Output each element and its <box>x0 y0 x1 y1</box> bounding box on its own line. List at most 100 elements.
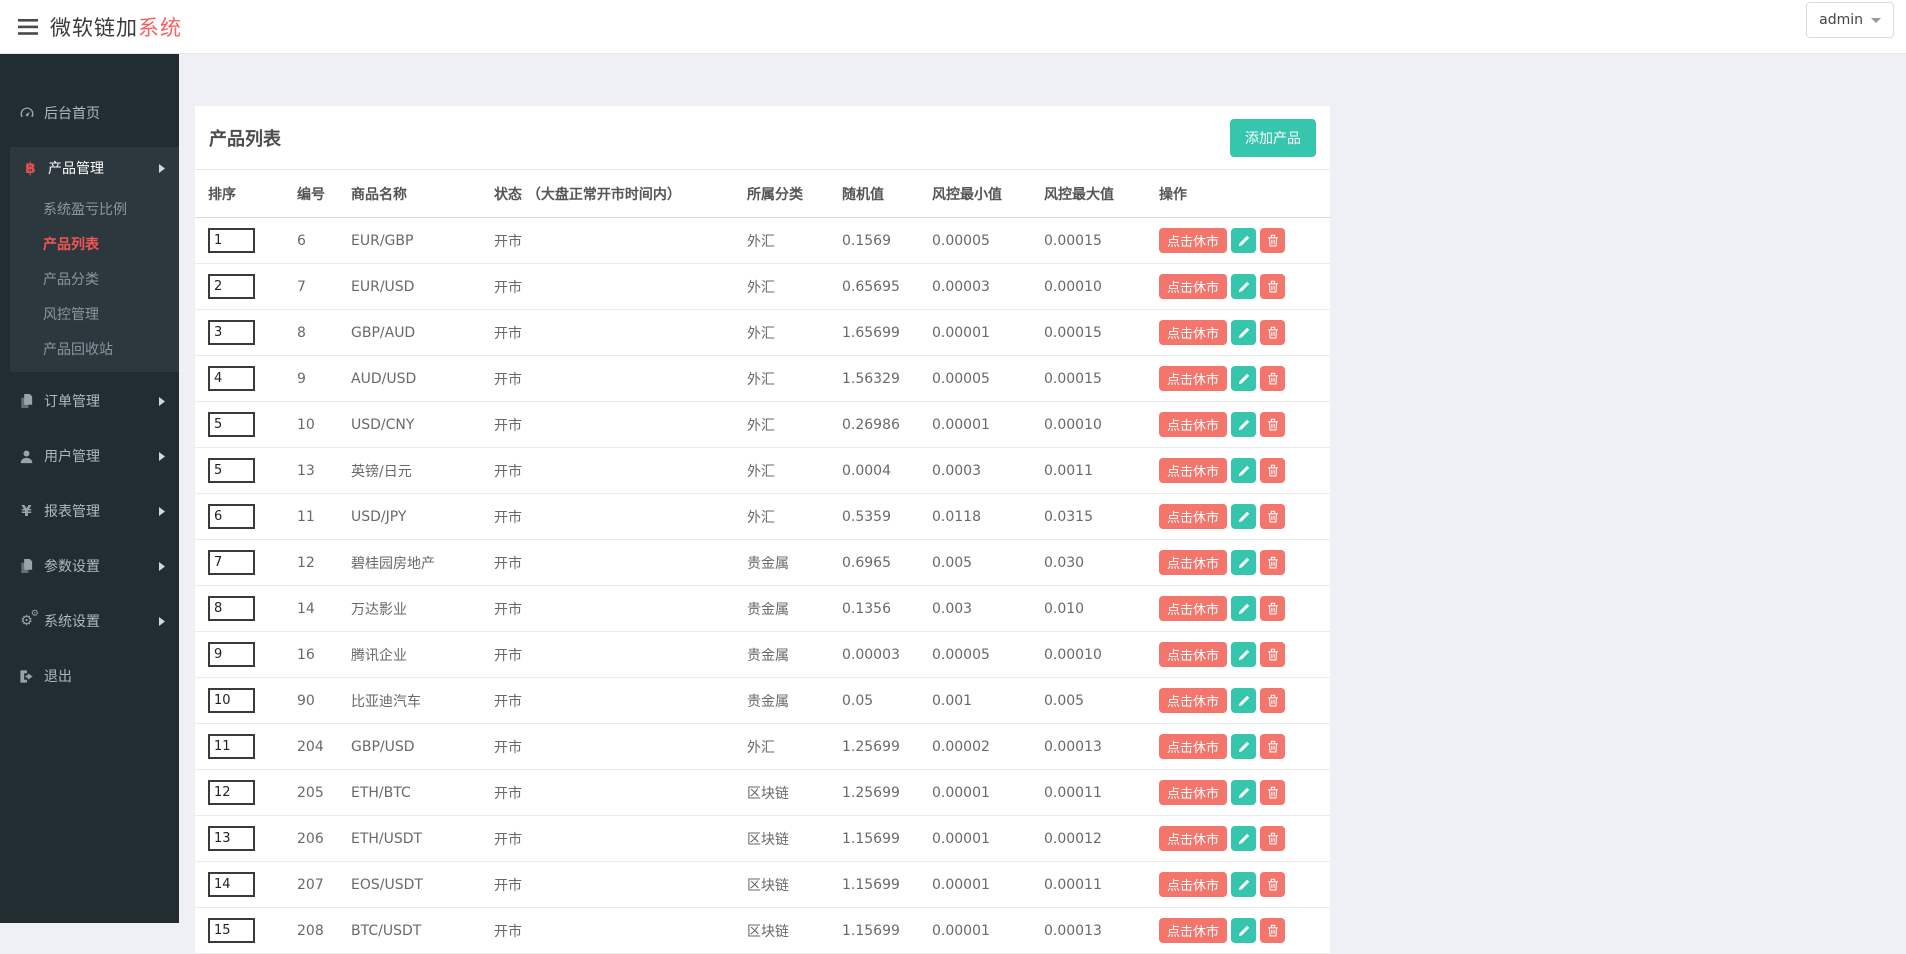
user-menu[interactable]: admin <box>1806 2 1894 38</box>
sidebar-subitem-risk-management[interactable]: 风控管理 <box>10 296 179 331</box>
edit-button[interactable] <box>1231 228 1256 253</box>
product-status: 开市 <box>486 402 739 448</box>
close-market-button[interactable]: 点击休市 <box>1159 550 1227 575</box>
column-header-id: 编号 <box>289 170 343 218</box>
edit-button[interactable] <box>1231 366 1256 391</box>
close-market-button[interactable]: 点击休市 <box>1159 504 1227 529</box>
edit-button[interactable] <box>1231 780 1256 805</box>
delete-button[interactable] <box>1260 504 1285 529</box>
trash-icon <box>1267 418 1279 431</box>
sidebar-item-report-management[interactable]: ¥ 报表管理 <box>0 490 179 532</box>
delete-button[interactable] <box>1260 228 1285 253</box>
row-actions: 点击休市 <box>1159 356 1322 401</box>
sort-order-input[interactable] <box>208 274 255 299</box>
sort-order-input[interactable] <box>208 734 255 759</box>
product-risk-min: 0.0118 <box>924 494 1036 540</box>
close-market-button[interactable]: 点击休市 <box>1159 320 1227 345</box>
product-id: 12 <box>289 540 343 586</box>
sort-order-input[interactable] <box>208 826 255 851</box>
sidebar-item-dashboard[interactable]: 后台首页 <box>0 92 179 134</box>
edit-button[interactable] <box>1231 642 1256 667</box>
pencil-icon <box>1238 327 1250 339</box>
sort-order-input[interactable] <box>208 504 255 529</box>
close-market-button[interactable]: 点击休市 <box>1159 642 1227 667</box>
edit-button[interactable] <box>1231 320 1256 345</box>
delete-button[interactable] <box>1260 320 1285 345</box>
sidebar-item-system-settings[interactable]: ⚙⚙ 系统设置 <box>0 600 179 642</box>
delete-button[interactable] <box>1260 734 1285 759</box>
sort-order-input[interactable] <box>208 872 255 897</box>
close-market-button[interactable]: 点击休市 <box>1159 366 1227 391</box>
close-market-button[interactable]: 点击休市 <box>1159 918 1227 943</box>
close-market-button[interactable]: 点击休市 <box>1159 458 1227 483</box>
delete-button[interactable] <box>1260 274 1285 299</box>
product-name: EOS/USDT <box>343 862 486 908</box>
close-market-button[interactable]: 点击休市 <box>1159 274 1227 299</box>
delete-button[interactable] <box>1260 458 1285 483</box>
product-id: 13 <box>289 448 343 494</box>
edit-button[interactable] <box>1231 596 1256 621</box>
add-product-button[interactable]: 添加产品 <box>1230 119 1316 157</box>
close-market-button[interactable]: 点击休市 <box>1159 826 1227 851</box>
sort-order-input[interactable] <box>208 320 255 345</box>
sidebar-subitem-profit-ratio[interactable]: 系统盈亏比例 <box>10 191 179 226</box>
column-header-risk-max: 风控最大值 <box>1036 170 1151 218</box>
sidebar-item-user-management[interactable]: 用户管理 <box>0 435 179 477</box>
hamburger-menu-icon[interactable] <box>18 19 38 35</box>
close-market-button[interactable]: 点击休市 <box>1159 688 1227 713</box>
product-risk-max: 0.00013 <box>1036 724 1151 770</box>
edit-button[interactable] <box>1231 688 1256 713</box>
sidebar-item-logout[interactable]: 退出 <box>0 655 179 697</box>
sort-order-input[interactable] <box>208 918 255 943</box>
table-header: 排序 编号 商品名称 状态 （大盘正常开市时间内） 所属分类 随机值 风控最小值… <box>195 170 1330 218</box>
page-title: 产品列表 <box>209 125 281 151</box>
sidebar-item-order-management[interactable]: 订单管理 <box>0 380 179 422</box>
sidebar-item-product-management[interactable]: ฿ 产品管理 <box>10 147 179 189</box>
delete-button[interactable] <box>1260 412 1285 437</box>
sidebar-subitem-product-list[interactable]: 产品列表 <box>10 226 179 261</box>
delete-button[interactable] <box>1260 550 1285 575</box>
delete-button[interactable] <box>1260 872 1285 897</box>
product-id: 16 <box>289 632 343 678</box>
delete-button[interactable] <box>1260 918 1285 943</box>
edit-button[interactable] <box>1231 872 1256 897</box>
sort-order-input[interactable] <box>208 688 255 713</box>
row-actions: 点击休市 <box>1159 770 1322 815</box>
sidebar-subitem-product-category[interactable]: 产品分类 <box>10 261 179 296</box>
delete-button[interactable] <box>1260 366 1285 391</box>
close-market-button[interactable]: 点击休市 <box>1159 228 1227 253</box>
edit-button[interactable] <box>1231 550 1256 575</box>
edit-button[interactable] <box>1231 826 1256 851</box>
delete-button[interactable] <box>1260 826 1285 851</box>
close-market-button[interactable]: 点击休市 <box>1159 780 1227 805</box>
sidebar: 后台首页 ฿ 产品管理 系统盈亏比例 产品列表 产品分类 风控管理 产品回收站 … <box>0 54 179 923</box>
delete-button[interactable] <box>1260 688 1285 713</box>
table-row: 90 比亚迪汽车 开市 贵金属 0.05 0.001 0.005 点击休市 <box>195 678 1330 724</box>
edit-button[interactable] <box>1231 504 1256 529</box>
close-market-button[interactable]: 点击休市 <box>1159 734 1227 759</box>
close-market-button[interactable]: 点击休市 <box>1159 412 1227 437</box>
sidebar-item-parameter-settings[interactable]: 参数设置 <box>0 545 179 587</box>
edit-button[interactable] <box>1231 918 1256 943</box>
sort-order-input[interactable] <box>208 642 255 667</box>
sort-order-input[interactable] <box>208 458 255 483</box>
edit-button[interactable] <box>1231 274 1256 299</box>
table-row: 10 USD/CNY 开市 外汇 0.26986 0.00001 0.00010… <box>195 402 1330 448</box>
product-category: 外汇 <box>739 218 834 264</box>
delete-button[interactable] <box>1260 780 1285 805</box>
product-risk-min: 0.003 <box>924 586 1036 632</box>
delete-button[interactable] <box>1260 642 1285 667</box>
close-market-button[interactable]: 点击休市 <box>1159 872 1227 897</box>
sidebar-subitem-product-recycle-bin[interactable]: 产品回收站 <box>10 331 179 366</box>
close-market-button[interactable]: 点击休市 <box>1159 596 1227 621</box>
edit-button[interactable] <box>1231 412 1256 437</box>
sort-order-input[interactable] <box>208 366 255 391</box>
sort-order-input[interactable] <box>208 412 255 437</box>
edit-button[interactable] <box>1231 734 1256 759</box>
edit-button[interactable] <box>1231 458 1256 483</box>
sort-order-input[interactable] <box>208 550 255 575</box>
sort-order-input[interactable] <box>208 228 255 253</box>
delete-button[interactable] <box>1260 596 1285 621</box>
sort-order-input[interactable] <box>208 596 255 621</box>
sort-order-input[interactable] <box>208 780 255 805</box>
